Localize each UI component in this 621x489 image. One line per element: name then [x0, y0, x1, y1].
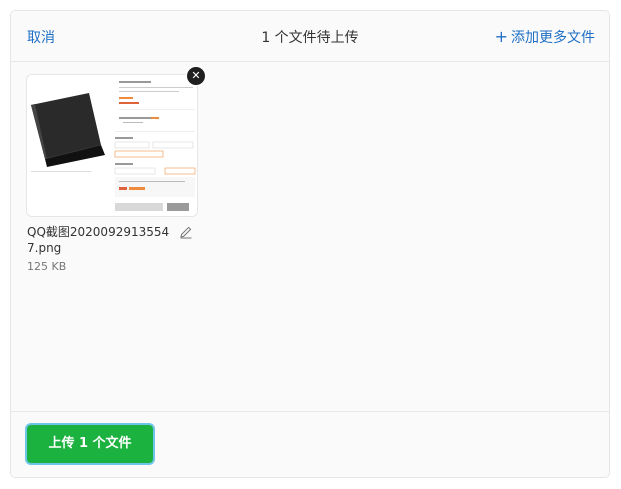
uploader-footer: 上传 1 个文件: [11, 411, 609, 477]
file-thumbnail: [27, 75, 197, 216]
close-icon: ✕: [191, 69, 201, 82]
upload-button[interactable]: 上传 1 个文件: [27, 425, 153, 463]
file-size: 125 KB: [27, 260, 67, 273]
uploader-dashboard: 取消 1 个文件待上传 + 添加更多文件 ✕ QQ截图2020092913554…: [10, 10, 610, 478]
add-more-files-button[interactable]: + 添加更多文件: [495, 27, 595, 47]
uploader-header: 取消 1 个文件待上传 + 添加更多文件: [11, 11, 609, 62]
remove-file-button[interactable]: ✕: [186, 66, 206, 86]
file-name: QQ截图20200929135547.png: [27, 225, 170, 255]
edit-pencil-icon[interactable]: [179, 225, 193, 239]
plus-icon: +: [494, 27, 508, 46]
add-more-label: 添加更多文件: [511, 30, 595, 46]
